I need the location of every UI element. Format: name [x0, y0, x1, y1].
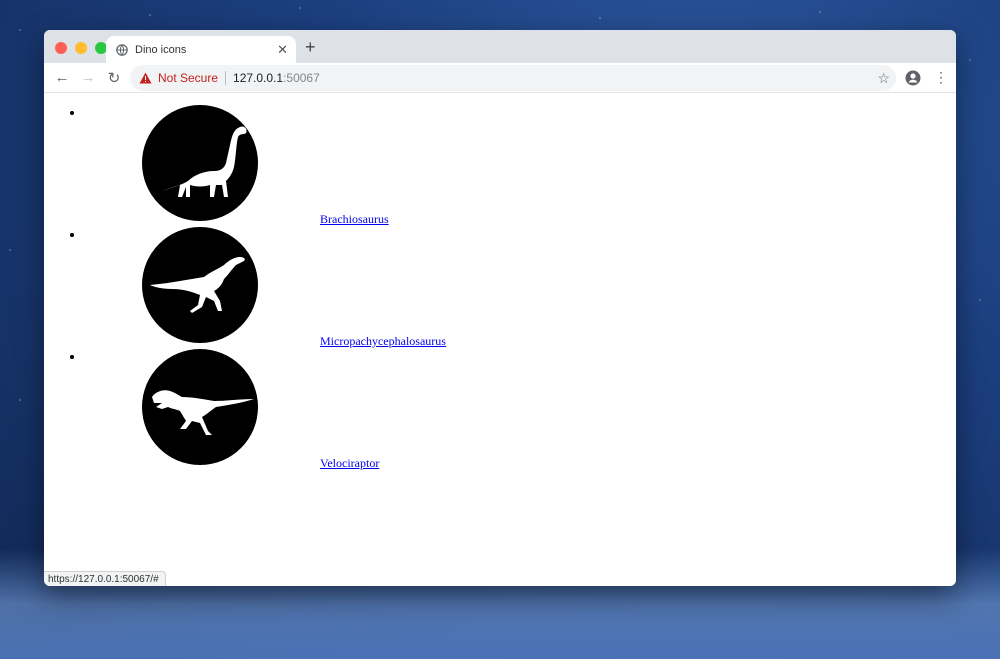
list-item: Micropachycephalosaurus	[84, 227, 956, 349]
address-bar[interactable]: Not Secure 127.0.0.1:50067 ☆	[130, 65, 896, 91]
window-controls	[55, 42, 107, 54]
dino-list: Brachiosaurus Micropachycephalosaurus Ve…	[84, 93, 956, 471]
dino-name: Velociraptor	[320, 456, 380, 470]
close-window-button[interactable]	[55, 42, 67, 54]
security-status[interactable]: Not Secure	[158, 71, 218, 85]
list-item: Brachiosaurus	[84, 105, 956, 227]
reload-button[interactable]: ↻	[101, 69, 127, 87]
page-content: Brachiosaurus Micropachycephalosaurus Ve…	[44, 93, 956, 586]
dino-link-velociraptor[interactable]: Velociraptor	[84, 456, 379, 471]
url-port: :50067	[283, 71, 320, 85]
micropachycephalosaurus-icon[interactable]	[142, 227, 258, 343]
back-button[interactable]: ←	[49, 69, 75, 86]
tab-title: Dino icons	[135, 43, 187, 56]
address-divider	[225, 71, 227, 85]
bookmark-star-icon[interactable]: ☆	[877, 70, 890, 87]
list-item: Velociraptor	[84, 349, 956, 471]
tab-bar: Dino icons ✕ +	[44, 30, 956, 63]
close-tab-icon[interactable]: ✕	[277, 42, 288, 58]
forward-button[interactable]: →	[75, 69, 101, 86]
dino-name: Brachiosaurus	[320, 212, 389, 226]
tab-dino-icons[interactable]: Dino icons ✕	[106, 36, 296, 63]
url-host: 127.0.0.1	[233, 71, 284, 85]
minimize-window-button[interactable]	[75, 42, 87, 54]
menu-kebab-icon[interactable]: ⋮	[934, 69, 948, 85]
velociraptor-icon[interactable]	[142, 349, 258, 465]
dino-link-micropachycephalosaurus[interactable]: Micropachycephalosaurus	[84, 334, 446, 349]
globe-icon	[116, 43, 128, 56]
brachiosaurus-icon[interactable]	[142, 105, 258, 221]
profile-icon[interactable]	[905, 70, 921, 86]
browser-window: Dino icons ✕ + ← → ↻ Not Secure 127.0.0.…	[44, 30, 956, 586]
new-tab-button[interactable]: +	[305, 37, 316, 58]
dino-link-brachiosaurus[interactable]: Brachiosaurus	[84, 212, 389, 227]
status-bar-url: https://127.0.0.1:50067/#	[44, 571, 166, 586]
warning-icon	[139, 72, 152, 84]
browser-toolbar: ← → ↻ Not Secure 127.0.0.1:50067 ☆ ⋮	[44, 63, 956, 93]
dino-name: Micropachycephalosaurus	[320, 334, 446, 348]
